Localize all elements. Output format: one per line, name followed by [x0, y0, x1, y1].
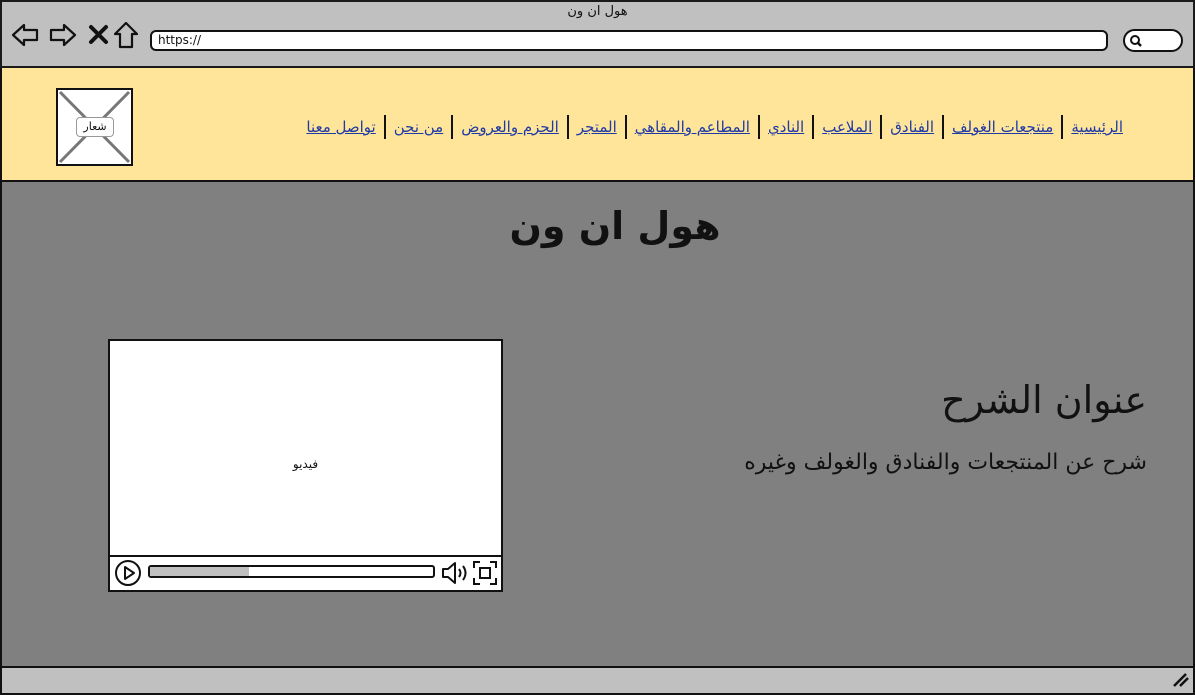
nav-link[interactable]: المطاعم والمقاهي: [627, 118, 758, 136]
address-bar[interactable]: https://: [150, 30, 1108, 51]
explanation-text: شرح عن المنتجعات والفنادق والغولف وغيره: [744, 450, 1147, 475]
browser-search-box[interactable]: [1123, 29, 1183, 52]
nav-link[interactable]: الرئيسية: [1063, 118, 1131, 136]
close-icon[interactable]: [84, 20, 114, 50]
status-bar: [0, 666, 1195, 695]
logo-label: شعار: [76, 117, 114, 137]
nav-link[interactable]: الفنادق: [882, 118, 942, 136]
nav-link[interactable]: تواصل معنا: [298, 118, 383, 136]
explanation-title: عنوان الشرح: [941, 378, 1147, 422]
window-title: هول ان ون: [567, 4, 628, 19]
video-progress-fill: [150, 567, 249, 576]
nav-link[interactable]: الملاعب: [814, 118, 880, 136]
nav-link[interactable]: منتجعات الغولف: [944, 118, 1061, 136]
nav-link[interactable]: من نحن: [386, 118, 452, 136]
home-icon[interactable]: [111, 20, 141, 50]
resize-handle-icon[interactable]: [1172, 672, 1190, 688]
nav-link[interactable]: الحزم والعروض: [453, 118, 567, 136]
nav-link[interactable]: المتجر: [569, 118, 625, 136]
nav-link[interactable]: النادي: [760, 118, 812, 136]
fullscreen-icon[interactable]: [472, 560, 498, 586]
main-nav: الرئيسية منتجعات الغولف الفنادق الملاعب النا…: [298, 114, 1131, 140]
video-label: فيديو: [292, 457, 319, 471]
forward-icon[interactable]: [48, 20, 78, 50]
volume-icon[interactable]: [440, 560, 470, 586]
back-icon[interactable]: [10, 20, 40, 50]
play-icon[interactable]: [114, 559, 142, 587]
page-title: هول ان ون: [509, 204, 721, 248]
search-icon: [1130, 35, 1142, 47]
